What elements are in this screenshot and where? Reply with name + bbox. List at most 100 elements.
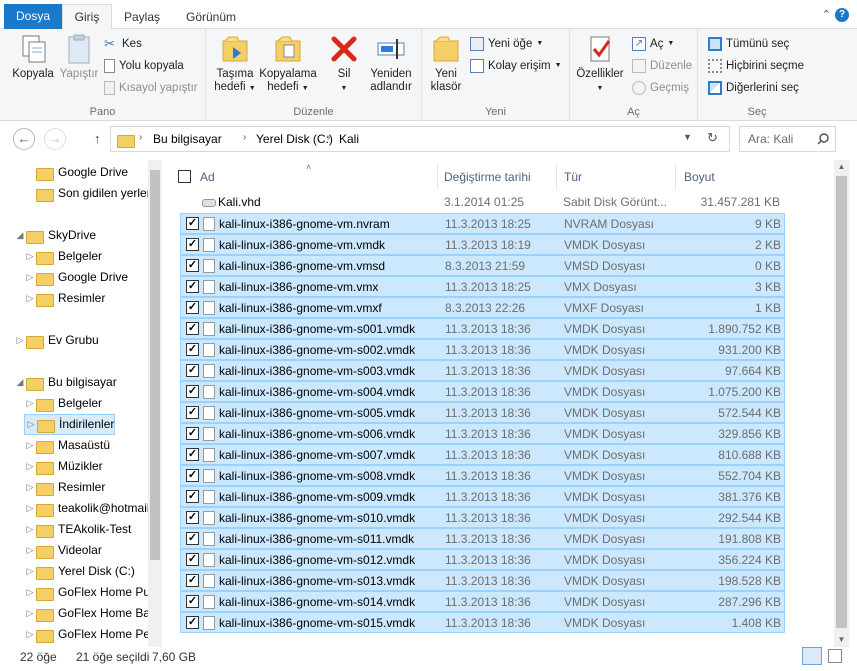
expanded-arrow-icon[interactable]: ◢ <box>14 372 26 393</box>
sidebar-item[interactable]: ▷ teakolik@hotmail <box>24 498 148 519</box>
sidebar-item[interactable]: ▷ Yerel Disk (C:) <box>24 561 135 582</box>
expand-arrow-icon[interactable]: ▷ <box>24 456 36 477</box>
select-all-button[interactable]: Tümünü seç <box>708 34 789 54</box>
column-name-header[interactable]: Ad ˄ <box>178 162 438 190</box>
forward-button[interactable]: → <box>44 128 66 150</box>
row-checkbox[interactable]: ✓ <box>186 406 199 419</box>
invert-selection-button[interactable]: Diğerlerini seç <box>708 78 799 98</box>
details-view-icon[interactable] <box>802 647 822 665</box>
expanded-arrow-icon[interactable]: ◢ <box>14 225 26 246</box>
sidebar-scroll-thumb[interactable] <box>150 170 160 560</box>
select-none-button[interactable]: Hiçbirini seçme <box>708 56 804 76</box>
expand-arrow-icon[interactable]: ▷ <box>25 414 37 435</box>
file-row[interactable]: ✓ kali-linux-i386-gnome-vm-s003.vmdk 11.3.… <box>180 360 785 381</box>
expand-arrow-icon[interactable]: ▷ <box>24 267 36 288</box>
file-row[interactable]: ✓ kali-linux-i386-gnome-vm.vmdk 11.3.2013 … <box>180 234 785 255</box>
sidebar-item[interactable]: ▷ Resimler <box>24 477 105 498</box>
file-row[interactable]: ✓ kali-linux-i386-gnome-vm-s009.vmdk 11.3.… <box>180 486 785 507</box>
file-row[interactable]: ✓ kali-linux-i386-gnome-vm-s007.vmdk 11.3.… <box>180 444 785 465</box>
copy-to-button[interactable]: Kopyalama hedefi ▼ <box>258 33 318 95</box>
breadcrumb-drive[interactable]: Yerel Disk (C:) <box>256 132 333 146</box>
history-button[interactable]: Geçmiş <box>632 78 689 98</box>
column-size-header[interactable]: Boyut <box>684 164 784 190</box>
sidebar-item[interactable]: ▷ TEAkolik-Test <box>24 519 131 540</box>
file-row[interactable]: ✓ kali-linux-i386-gnome-vm-s014.vmdk 11.3.… <box>180 591 785 612</box>
tab-share[interactable]: Paylaş <box>113 5 171 29</box>
row-checkbox[interactable]: ✓ <box>186 427 199 440</box>
row-checkbox[interactable]: ✓ <box>186 448 199 461</box>
file-row[interactable]: ✓ kali-linux-i386-gnome-vm-s013.vmdk 11.3.… <box>180 570 785 591</box>
row-checkbox[interactable]: ✓ <box>186 574 199 587</box>
copy-path-button[interactable]: Yolu kopyala <box>104 56 184 76</box>
file-row[interactable]: ✓ kali-linux-i386-gnome-vm-s004.vmdk 11.3.… <box>180 381 785 402</box>
sidebar-item[interactable]: ▷ Google Drive <box>24 267 128 288</box>
cut-button[interactable]: ✂ Kes <box>104 34 142 54</box>
row-checkbox[interactable]: ✓ <box>186 595 199 608</box>
tab-file[interactable]: Dosya <box>4 4 62 29</box>
file-row[interactable]: ✓ kali-linux-i386-gnome-vm.vmx 11.3.2013 1… <box>180 276 785 297</box>
sidebar-item[interactable]: ◢ Bu bilgisayar <box>14 372 117 393</box>
paste-button[interactable]: Yapıştır <box>58 33 100 81</box>
tab-home[interactable]: Giriş <box>62 4 112 29</box>
file-row[interactable]: Kali.vhd 3.1.2014 01:25 Sabit Disk Görünt.… <box>180 192 785 213</box>
file-row[interactable]: ✓ kali-linux-i386-gnome-vm-s006.vmdk 11.3.… <box>180 423 785 444</box>
scroll-down-icon[interactable]: ▼ <box>834 633 849 647</box>
expand-arrow-icon[interactable]: ▷ <box>24 624 36 645</box>
delete-button[interactable]: Sil ▼ <box>326 33 362 95</box>
back-button[interactable]: ← <box>13 128 35 150</box>
expand-arrow-icon[interactable]: ▷ <box>24 582 36 603</box>
sidebar-item[interactable]: ▷ Resimler <box>24 288 105 309</box>
sidebar-item[interactable]: Son gidilen yerler <box>24 183 148 204</box>
breadcrumb-folder[interactable]: Kali <box>339 132 359 146</box>
file-row[interactable]: ✓ kali-linux-i386-gnome-vm.vmsd 8.3.2013 2… <box>180 255 785 276</box>
row-checkbox[interactable]: ✓ <box>186 364 199 377</box>
file-row[interactable]: ✓ kali-linux-i386-gnome-vm-s002.vmdk 11.3.… <box>180 339 785 360</box>
row-checkbox[interactable]: ✓ <box>186 343 199 356</box>
open-button[interactable]: ↗ Aç ▼ <box>632 34 674 54</box>
sidebar-item[interactable]: ▷ Masaüstü <box>24 435 110 456</box>
sidebar-item[interactable]: ▷ GoFlex Home Ba <box>24 603 148 624</box>
sidebar-item[interactable]: ▷ GoFlex Home Pu <box>24 582 148 603</box>
file-list-scroll-thumb[interactable] <box>836 176 847 628</box>
edit-button[interactable]: Düzenle <box>632 56 692 76</box>
paste-shortcut-button[interactable]: Kısayol yapıştır <box>104 78 198 98</box>
row-checkbox[interactable]: ✓ <box>186 259 199 272</box>
row-checkbox[interactable]: ✓ <box>186 385 199 398</box>
row-checkbox[interactable]: ✓ <box>186 511 199 524</box>
row-checkbox[interactable]: ✓ <box>186 301 199 314</box>
large-icons-view-icon[interactable] <box>828 649 842 663</box>
select-all-checkbox[interactable] <box>178 170 191 183</box>
expand-arrow-icon[interactable]: ▷ <box>24 519 36 540</box>
row-checkbox[interactable]: ✓ <box>186 280 199 293</box>
row-checkbox[interactable]: ✓ <box>186 322 199 335</box>
up-button[interactable]: ↑ <box>94 131 101 146</box>
sidebar-item[interactable]: ◢ SkyDrive <box>14 225 96 246</box>
new-folder-button[interactable]: Yeni klasör <box>428 33 464 94</box>
file-row[interactable]: ✓ kali-linux-i386-gnome-vm.nvram 11.3.2013… <box>180 213 785 234</box>
file-row[interactable]: ✓ kali-linux-i386-gnome-vm-s011.vmdk 11.3.… <box>180 528 785 549</box>
copy-button[interactable]: Kopyala <box>10 33 56 81</box>
properties-button[interactable]: Özellikler ▼ <box>574 33 626 95</box>
sidebar-item[interactable]: ▷ İndirilenler <box>24 414 116 435</box>
expand-arrow-icon[interactable]: ▷ <box>24 603 36 624</box>
easy-access-button[interactable]: Kolay erişim ▼ <box>470 56 562 76</box>
scroll-up-icon[interactable]: ▲ <box>834 160 849 174</box>
expand-arrow-icon[interactable]: ▷ <box>24 288 36 309</box>
expand-arrow-icon[interactable]: ▷ <box>24 540 36 561</box>
rename-button[interactable]: Yeniden adlandır <box>366 33 416 94</box>
move-to-button[interactable]: Taşıma hedefi ▼ <box>212 33 258 95</box>
column-type-header[interactable]: Tür <box>564 164 676 190</box>
sidebar-item[interactable]: ▷ Müzikler <box>24 456 103 477</box>
column-date-header[interactable]: Değiştirme tarihi <box>444 164 557 190</box>
file-row[interactable]: ✓ kali-linux-i386-gnome-vm.vmxf 8.3.2013 2… <box>180 297 785 318</box>
sidebar-scrollbar[interactable] <box>148 160 162 647</box>
expand-arrow-icon[interactable]: ▷ <box>24 561 36 582</box>
file-row[interactable]: ✓ kali-linux-i386-gnome-vm-s010.vmdk 11.3.… <box>180 507 785 528</box>
row-checkbox[interactable]: ✓ <box>186 469 199 482</box>
sidebar-item[interactable]: ▷ Videolar <box>24 540 102 561</box>
file-list-scrollbar[interactable]: ▲ ▼ <box>834 160 849 647</box>
breadcrumb-pc[interactable]: Bu bilgisayar <box>153 132 222 146</box>
minimize-ribbon-icon[interactable]: ⌃ <box>822 8 831 22</box>
row-checkbox[interactable]: ✓ <box>186 490 199 503</box>
sidebar-item[interactable]: ▷ GoFlex Home Pe <box>24 624 148 645</box>
